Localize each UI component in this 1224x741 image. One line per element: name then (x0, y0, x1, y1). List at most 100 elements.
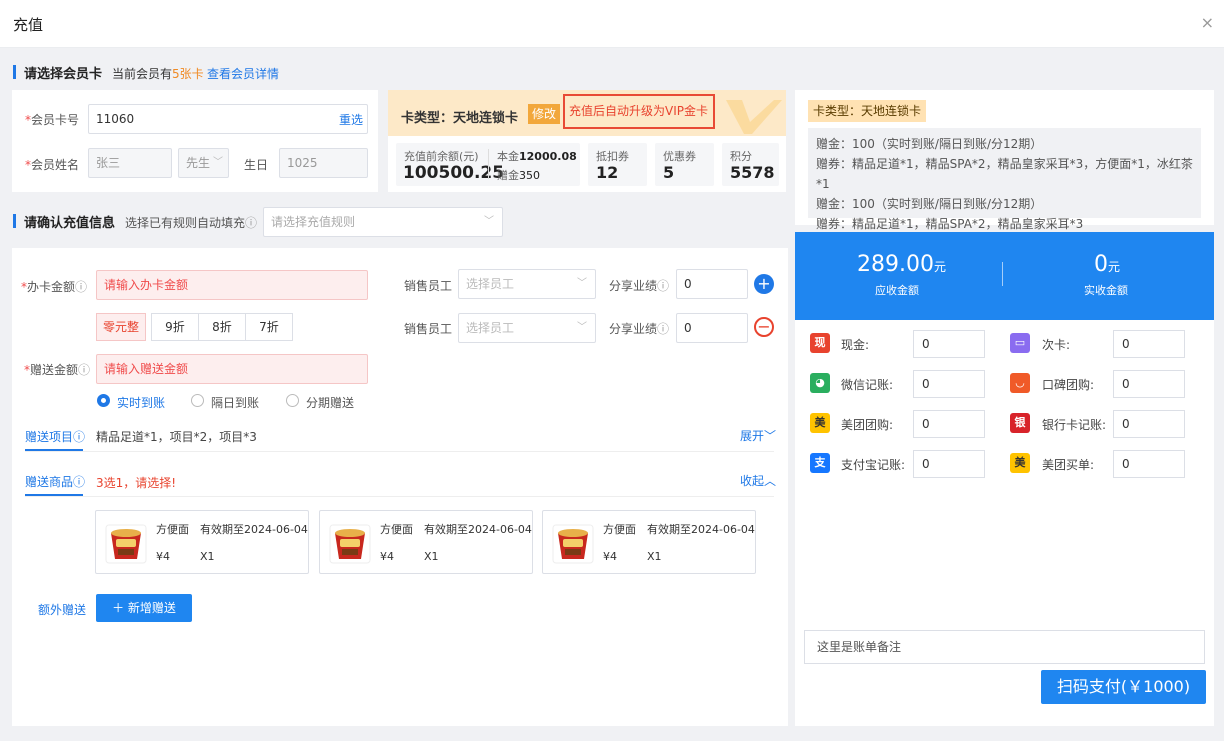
unionpay-label: 银行卡记账: (1042, 418, 1107, 432)
installment-radio[interactable] (286, 394, 299, 407)
gift-goods-hint: 3选1，请选择! (96, 476, 177, 490)
share-label: 分享业绩ⓘ (609, 322, 670, 336)
info-icon: ⓘ (245, 216, 258, 230)
member-card-count: 当前会员有5张卡 (112, 65, 204, 82)
wechat-icon: ◕ (810, 373, 830, 393)
sales-staff-select[interactable]: 选择员工 ﹀ (458, 269, 596, 299)
noodle-bowl-icon (328, 521, 372, 565)
zero-round-button[interactable]: 零元整 (96, 313, 146, 341)
chevron-up-icon: ︿ (764, 474, 777, 488)
add-gift-button[interactable]: ＋ 新增赠送 (96, 594, 192, 622)
meituan-input[interactable]: 0 (913, 410, 985, 438)
bill-remark-input[interactable]: 这里是账单备注 (804, 630, 1205, 664)
gift-goods-tab[interactable]: 赠送商品ⓘ (25, 473, 85, 490)
due-amount: 289.00元 (857, 252, 946, 277)
installment-option[interactable]: 分期赠送 (306, 394, 354, 411)
nextday-option[interactable]: 隔日到账 (211, 394, 259, 411)
cash-input[interactable]: 0 (913, 330, 985, 358)
discount-8-button[interactable]: 8折 (198, 313, 246, 341)
view-member-details-link[interactable]: 查看会员详情 (207, 65, 279, 82)
expand-link[interactable]: 展开﹀ (740, 427, 776, 444)
times-card-input[interactable]: 0 (1113, 330, 1185, 358)
plus-icon: ＋ (112, 601, 125, 615)
remove-staff-icon[interactable]: − (754, 317, 774, 337)
realtime-radio[interactable] (97, 394, 110, 407)
chevron-down-icon: ﹀ (764, 429, 777, 443)
dialog-header (0, 0, 1224, 48)
nextday-radio[interactable] (191, 394, 204, 407)
rule-label: 选择已有规则自动填充ⓘ (125, 216, 258, 230)
balance-stat: 充值前余额(元) 100500.25 本金12000.08 赠金350 (396, 143, 580, 186)
chevron-down-icon: ﹀ (484, 216, 494, 227)
share-input[interactable]: 0 (676, 313, 748, 343)
cash-icon: 现 (810, 333, 830, 353)
alipay-input[interactable]: 0 (913, 450, 985, 478)
points-stat[interactable]: 积分 5578 (722, 143, 779, 186)
count-value: 5张卡 (172, 67, 204, 81)
discount-9-button[interactable]: 9折 (151, 313, 199, 341)
section-bar (13, 65, 16, 79)
cash-label: 现金: (841, 338, 870, 352)
gift-goods-card[interactable]: 方便面 有效期至2024-06-04 ¥4 X1 (95, 510, 309, 574)
collapse-link[interactable]: 收起︿ (740, 472, 776, 489)
card-type-label: 卡类型：天地连锁卡 (401, 111, 519, 126)
paid-amount: 0元 (1094, 252, 1121, 277)
card-amount-input[interactable]: 请输入办卡金额 (96, 270, 368, 300)
alipay-icon: 支 (810, 453, 830, 473)
gift-goods-card[interactable]: 方便面 有效期至2024-06-04 ¥4 X1 (319, 510, 533, 574)
add-staff-icon[interactable]: + (754, 274, 774, 294)
wechat-input[interactable]: 0 (913, 370, 985, 398)
deduction-voucher-stat[interactable]: 抵扣券 12 (588, 143, 647, 186)
dialog-title: 充值 (13, 16, 44, 34)
birthday-input: 1025 (279, 148, 368, 178)
birthday-label: 生日 (244, 158, 269, 172)
reselect-link[interactable]: 重选 (339, 111, 363, 128)
gift-items-text: 精品足道*1，项目*2，项目*3 (96, 430, 257, 444)
alipay-label: 支付宝记账: (841, 458, 906, 472)
gift-goods-card[interactable]: 方便面 有效期至2024-06-04 ¥4 X1 (542, 510, 756, 574)
noodle-bowl-icon (551, 521, 595, 565)
coupon-stat[interactable]: 优惠券 5 (655, 143, 714, 186)
paid-label: 实收金额 (1084, 284, 1128, 297)
balance-label: 充值前余额(元) (404, 150, 479, 163)
sales-staff-label: 销售员工 (404, 322, 453, 336)
koubei-icon: ◡ (1010, 373, 1030, 393)
share-input[interactable]: 0 (676, 269, 748, 299)
meituan-icon: 美 (810, 413, 830, 433)
rule-line: 赠券：精品足道*1，精品SPA*2，精品皇家采耳*3，方便面*1，冰红茶*1 (816, 157, 1193, 191)
discount-7-button[interactable]: 7折 (245, 313, 293, 341)
chevron-down-icon: ﹀ (213, 157, 223, 168)
unionpay-input[interactable]: 0 (1113, 410, 1185, 438)
realtime-option[interactable]: 实时到账 (117, 394, 165, 411)
rule-line: 赠券：精品足道*1，精品SPA*2，精品皇家采耳*3 (816, 217, 1084, 231)
meituan-pay-icon: 美 (1010, 453, 1030, 473)
rule-line: 赠金：100（实时到账/隔日到账/分12期） (816, 197, 1043, 211)
noodle-bowl-icon (104, 521, 148, 565)
unionpay-icon: 银 (1010, 413, 1030, 433)
gift-items-tab[interactable]: 赠送项目ⓘ (25, 428, 85, 445)
card-no-label: *会员卡号 (25, 113, 80, 127)
name-label: *会员姓名 (25, 158, 80, 172)
gift-amount-label: *赠送金额ⓘ (24, 363, 91, 377)
chevron-down-icon: ﹀ (577, 322, 587, 333)
divider (25, 496, 774, 497)
koubei-input[interactable]: 0 (1113, 370, 1185, 398)
times-card-label: 次卡: (1042, 338, 1071, 352)
wechat-label: 微信记账: (841, 378, 894, 392)
gift-amount-input[interactable]: 请输入赠送金额 (96, 354, 368, 384)
extra-gift-label: 额外赠送 (38, 603, 87, 617)
close-icon[interactable]: × (1201, 13, 1214, 32)
sales-staff-label: 销售员工 (404, 279, 453, 293)
sales-staff-select[interactable]: 选择员工 ﹀ (458, 313, 596, 343)
recharge-section-title: 请确认充值信息 (24, 216, 116, 231)
edit-card-button[interactable]: 修改 (528, 104, 560, 124)
card-no-input[interactable]: 11060 (88, 104, 368, 134)
times-card-icon: ▭ (1010, 333, 1030, 353)
amount-label: *办卡金额ⓘ (21, 280, 88, 294)
meituan-label: 美团团购: (841, 418, 894, 432)
recharge-rule-select[interactable]: 请选择充值规则 ﹀ (263, 207, 503, 237)
card-rules-list: 赠金：100（实时到账/隔日到账/分12期） 赠券：精品足道*1，精品SPA*2… (808, 128, 1201, 231)
card-type-tag: 卡类型：天地连锁卡 (808, 100, 927, 122)
scan-pay-button[interactable]: 扫码支付(￥1000) (1041, 670, 1206, 704)
meituan-pay-input[interactable]: 0 (1113, 450, 1185, 478)
